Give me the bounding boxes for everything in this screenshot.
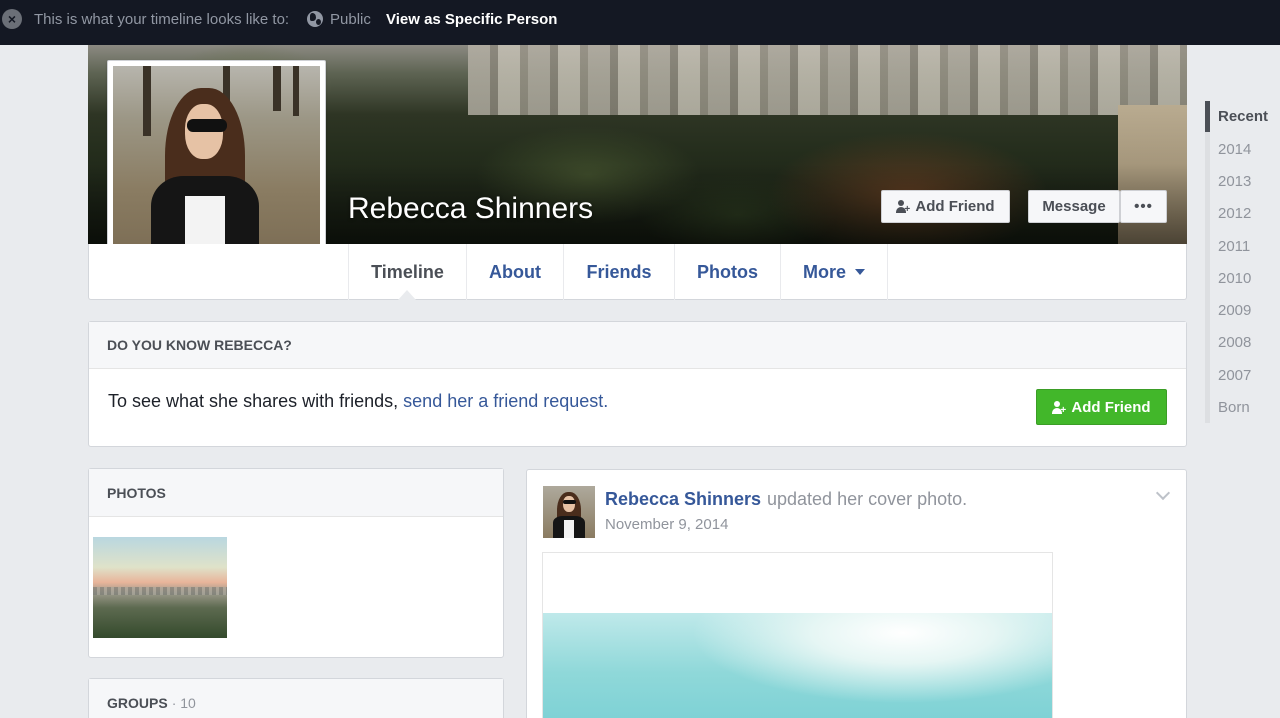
add-friend-green-button[interactable]: + Add Friend <box>1036 389 1167 425</box>
timeline-year-scrubber: Recent 2014 2013 2012 2011 2010 2009 200… <box>1205 101 1280 423</box>
globe-icon <box>307 11 323 27</box>
add-friend-icon: + <box>1052 400 1066 415</box>
tab-friends[interactable]: Friends <box>563 244 674 300</box>
close-icon[interactable]: × <box>2 9 22 29</box>
caret-down-icon <box>855 269 865 275</box>
card-heading: DO YOU KNOW REBECCA? <box>89 322 1186 369</box>
view-as-specific-person-link[interactable]: View as Specific Person <box>386 11 557 28</box>
profile-photo-image <box>113 66 320 273</box>
active-year-marker <box>1205 101 1210 132</box>
thumbnail-skyline <box>93 587 227 595</box>
year-link-2008[interactable]: 2008 <box>1218 334 1251 351</box>
groups-count: · 10 <box>171 694 196 711</box>
groups-card: GROUPS · 10 <box>88 678 504 718</box>
tab-photos[interactable]: Photos <box>674 244 780 300</box>
post-author-link[interactable]: Rebecca Shinners <box>605 489 761 510</box>
photo-tree <box>293 66 299 116</box>
tab-more-label: More <box>802 261 846 282</box>
year-link-2011[interactable]: 2011 <box>1218 238 1250 255</box>
year-link-2010[interactable]: 2010 <box>1218 270 1251 287</box>
do-you-know-card: DO YOU KNOW REBECCA? To see what she sha… <box>88 321 1187 447</box>
groups-title: GROUPS <box>107 694 168 711</box>
year-link-2007[interactable]: 2007 <box>1218 367 1251 384</box>
year-link-2014[interactable]: 2014 <box>1218 141 1251 158</box>
audience-label[interactable]: Public <box>330 11 371 28</box>
add-friend-label: Add Friend <box>915 198 995 215</box>
photo-tree <box>143 66 151 136</box>
add-friend-icon: + <box>896 200 910 215</box>
avatar-sunglasses <box>563 500 576 504</box>
year-link-2012[interactable]: 2012 <box>1218 205 1251 222</box>
photo-sunglasses <box>187 119 227 132</box>
post-image-sky <box>543 613 1052 718</box>
add-friend-button[interactable]: + Add Friend <box>881 190 1010 223</box>
cover-update-post: Rebecca Shinners updated her cover photo… <box>526 469 1187 718</box>
banner-message: This is what your timeline looks like to… <box>34 11 290 28</box>
post-action-text: updated her cover photo. <box>767 489 968 509</box>
photos-heading[interactable]: PHOTOS <box>89 469 503 517</box>
profile-name[interactable]: Rebecca Shinners <box>348 192 593 226</box>
tab-more[interactable]: More <box>780 244 888 300</box>
year-link-2009[interactable]: 2009 <box>1218 302 1251 319</box>
tab-about[interactable]: About <box>466 244 563 300</box>
send-friend-request-link[interactable]: send her a friend request. <box>403 391 608 411</box>
add-friend-green-label: Add Friend <box>1071 398 1151 416</box>
post-timestamp[interactable]: November 9, 2014 <box>605 516 728 533</box>
year-link-2013[interactable]: 2013 <box>1218 173 1251 190</box>
post-cover-image[interactable] <box>542 552 1053 718</box>
year-link-born[interactable]: Born <box>1218 399 1250 416</box>
avatar[interactable] <box>543 486 595 538</box>
active-tab-pointer <box>398 290 416 300</box>
message-button[interactable]: Message <box>1028 190 1120 223</box>
photos-card: PHOTOS <box>88 468 504 658</box>
groups-heading[interactable]: GROUPS · 10 <box>89 679 503 718</box>
photo-tree <box>273 66 281 111</box>
photo-thumbnail[interactable] <box>93 537 227 638</box>
year-link-recent[interactable]: Recent <box>1218 108 1268 125</box>
view-as-banner: × This is what your timeline looks like … <box>0 0 1280 45</box>
avatar-face <box>563 496 575 512</box>
chevron-down-icon[interactable] <box>1155 485 1171 501</box>
more-options-button[interactable]: ••• <box>1120 190 1167 223</box>
avatar-shirt <box>564 520 574 538</box>
cover-skyline <box>468 45 1187 115</box>
know-sentence: To see what she shares with friends, <box>108 391 399 411</box>
know-text: To see what she shares with friends, sen… <box>108 391 608 412</box>
